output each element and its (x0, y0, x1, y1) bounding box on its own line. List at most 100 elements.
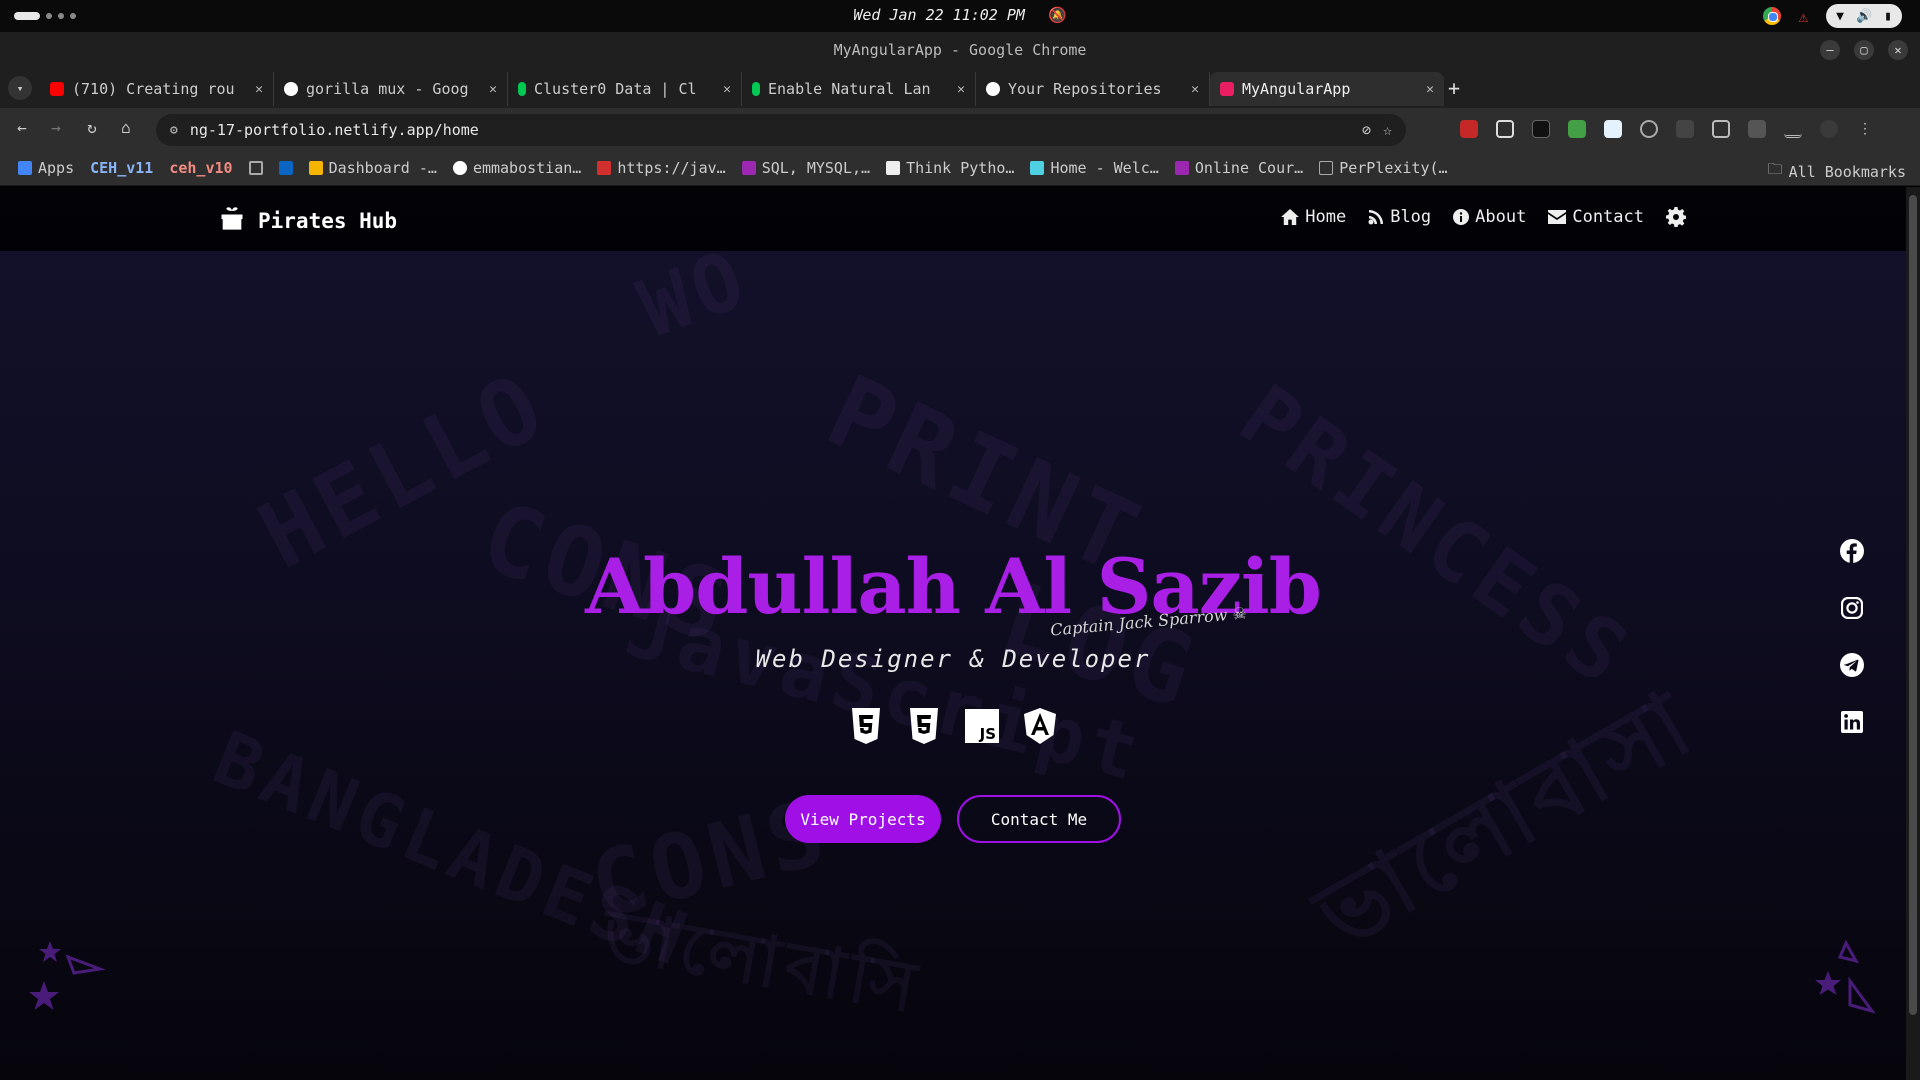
tab-title: Cluster0 Data | Cl (534, 80, 697, 98)
bookmark-home[interactable]: Home - Welc… (1030, 159, 1159, 177)
profile-avatar[interactable] (1820, 120, 1838, 138)
tab-title: Your Repositories (1008, 80, 1162, 98)
bookmark-apps[interactable]: Apps (18, 159, 74, 177)
warning-icon[interactable]: ⚠ (1799, 7, 1809, 26)
hero-role: Web Designer & Developer (755, 645, 1151, 673)
incognito-icon[interactable] (1748, 120, 1766, 138)
bookmark-online-course[interactable]: Online Cour… (1174, 159, 1303, 177)
bookmark-star-icon[interactable]: ☆ (1383, 121, 1392, 139)
home-icon[interactable]: ⌂ (114, 118, 138, 137)
tab-google[interactable]: gorilla mux - Goog ✕ (274, 72, 508, 106)
site-info-icon[interactable]: ⚙ (170, 123, 178, 138)
tech-stack-icons: JS (0, 707, 1906, 745)
close-tab-icon[interactable]: ✕ (957, 82, 965, 97)
clock[interactable]: Wed Jan 22 11:02 PM 🔕 (0, 6, 1920, 24)
minimize-button[interactable]: – (1820, 40, 1840, 60)
tab-youtube[interactable]: (710) Creating rou ✕ (40, 72, 274, 106)
nav-about[interactable]: About (1453, 207, 1526, 227)
shield-icon (741, 161, 756, 175)
css3-icon (907, 707, 941, 745)
info-icon (1453, 209, 1470, 225)
extension-icon[interactable] (1676, 120, 1694, 138)
youtube-icon (50, 82, 64, 96)
bookmark-label: SQL, MYSQL,… (761, 159, 871, 177)
hero-name: Abdullah Al Sazib (585, 542, 1322, 631)
stars-decoration-icon (29, 941, 106, 1010)
maximize-button[interactable]: ▢ (1854, 40, 1874, 60)
kebab-menu-icon[interactable]: ⋮ (1856, 120, 1874, 138)
bookmark-label: CEH_v11 (90, 159, 154, 177)
chrome-tray-icon[interactable] (1762, 7, 1781, 25)
forward-icon[interactable]: → (44, 118, 68, 137)
tab-myangularapp[interactable]: MyAngularApp ✕ (1210, 72, 1444, 106)
bookmark-label: Think Pytho… (906, 159, 1015, 177)
perplexity-icon (1319, 161, 1334, 175)
tab-search-button[interactable]: ▾ (8, 76, 32, 100)
envelope-icon (1548, 210, 1567, 224)
javascript-icon: JS (965, 707, 999, 745)
scrollbar-thumb[interactable] (1909, 195, 1917, 1015)
linkedin-icon[interactable] (1840, 710, 1864, 734)
tab-title: MyAngularApp (1242, 80, 1351, 98)
nav-contact[interactable]: Contact (1548, 207, 1644, 227)
url-text[interactable]: ng-17-portfolio.netlify.app/home (190, 121, 1350, 139)
extension-icon[interactable] (1532, 120, 1550, 138)
extension-icon[interactable] (1568, 120, 1586, 138)
theme-settings-button[interactable] (1666, 207, 1686, 227)
contact-me-button[interactable]: Contact Me (957, 795, 1121, 843)
close-tab-icon[interactable]: ✕ (1191, 82, 1199, 97)
bookmark-javatpoint[interactable]: https://jav… (597, 159, 726, 177)
nav-blog[interactable]: Blog (1368, 207, 1431, 227)
reload-icon[interactable]: ↻ (80, 118, 104, 137)
bookmark-think-python[interactable]: Think Pytho… (886, 159, 1014, 177)
tab-title: gorilla mux - Goog (306, 80, 469, 98)
extension-icon[interactable] (1496, 120, 1514, 138)
extension-icon[interactable] (1604, 120, 1622, 138)
tab-title: Enable Natural Lan (768, 80, 931, 98)
view-projects-button[interactable]: View Projects (785, 795, 941, 843)
instagram-icon[interactable] (1840, 596, 1864, 620)
bookmark-folder[interactable]: CEH_v11 (90, 159, 153, 177)
puzzle-icon[interactable] (1712, 120, 1730, 138)
bookmark-grid[interactable] (248, 161, 263, 175)
nav-blog-label: Blog (1390, 207, 1432, 227)
bookmark-label: https://jav… (617, 159, 726, 177)
bookmark-perplexity[interactable]: PerPlexity(… (1319, 159, 1448, 177)
system-status-menu[interactable]: ▼ 🔊 ▮ (1826, 4, 1902, 28)
close-tab-icon[interactable]: ✕ (1426, 82, 1434, 97)
address-bar[interactable]: ⚙ ng-17-portfolio.netlify.app/home ⊘ ☆ (156, 114, 1406, 146)
bookmark-label: Home - Welc… (1050, 159, 1159, 177)
page-scrollbar[interactable] (1906, 187, 1920, 1080)
new-tab-button[interactable]: + (1448, 76, 1460, 100)
angular-icon (1220, 82, 1234, 96)
tab-mongodb[interactable]: Cluster0 Data | Cl ✕ (508, 72, 742, 106)
google-icon (284, 82, 298, 96)
extension-icon[interactable] (1640, 120, 1658, 138)
eye-off-icon[interactable]: ⊘ (1362, 121, 1371, 139)
site-brand[interactable]: Pirates Hub (218, 204, 397, 237)
bookmark-sql[interactable]: SQL, MYSQL,… (741, 159, 871, 177)
tab-mongodb-2[interactable]: Enable Natural Lan ✕ (742, 72, 976, 106)
bookmark-dashboard[interactable]: Dashboard -… (308, 159, 437, 177)
bookmark-label: emmabostian… (472, 159, 582, 177)
gear-icon (1666, 207, 1686, 227)
bookmark-folder[interactable]: ceh_v10 (169, 159, 232, 177)
nav-home[interactable]: Home (1281, 207, 1346, 227)
all-bookmarks-button[interactable]: 🗀 All Bookmarks (1768, 159, 1906, 184)
back-icon[interactable]: ← (10, 118, 34, 137)
apps-grid-icon (18, 161, 32, 175)
bookmark-linkedin[interactable] (278, 161, 293, 175)
notifications-muted-icon: 🔕 (1047, 6, 1067, 24)
clock-text: Wed Jan 22 11:02 PM (853, 6, 1025, 24)
close-tab-icon[interactable]: ✕ (255, 82, 263, 97)
close-window-button[interactable]: ✕ (1888, 40, 1908, 60)
media-icon[interactable] (1784, 120, 1802, 138)
extension-icon[interactable] (1460, 120, 1478, 138)
close-tab-icon[interactable]: ✕ (489, 82, 497, 97)
bookmark-github[interactable]: emmabostian… (452, 159, 582, 177)
extensions-row: ⋮ (1460, 120, 1874, 138)
tab-github[interactable]: Your Repositories ✕ (976, 72, 1210, 106)
facebook-icon[interactable] (1840, 539, 1864, 563)
telegram-icon[interactable] (1840, 653, 1864, 677)
close-tab-icon[interactable]: ✕ (723, 82, 731, 97)
